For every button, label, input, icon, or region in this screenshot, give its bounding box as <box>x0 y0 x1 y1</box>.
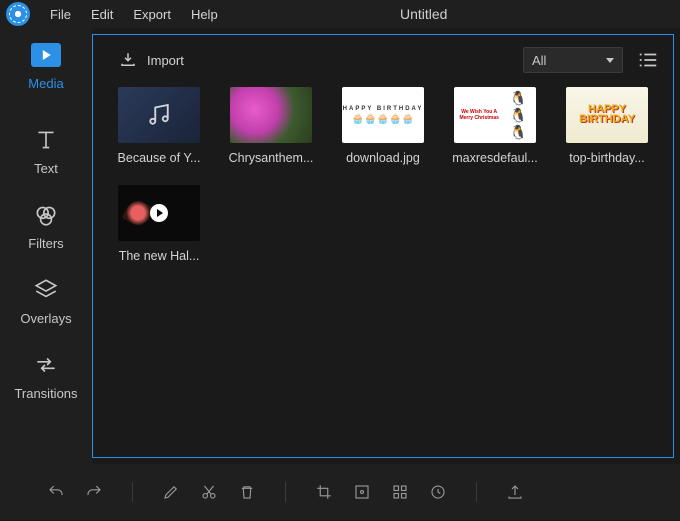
transitions-icon <box>31 352 61 378</box>
menu-export[interactable]: Export <box>123 3 181 26</box>
redo-button[interactable] <box>84 482 104 502</box>
titlebar: File Edit Export Help Untitled <box>0 0 680 28</box>
sidebar-item-label: Filters <box>28 236 63 251</box>
sidebar-item-label: Text <box>34 161 58 176</box>
export-button[interactable] <box>505 482 525 502</box>
sidebar-item-transitions[interactable]: Transitions <box>0 338 92 413</box>
duration-button[interactable] <box>428 482 448 502</box>
list-view-button[interactable] <box>637 50 659 70</box>
media-item[interactable]: Chrysanthem... <box>219 87 323 165</box>
edit-button[interactable] <box>161 482 181 502</box>
import-icon <box>119 51 137 69</box>
text-icon <box>31 127 61 153</box>
chevron-down-icon <box>606 58 614 63</box>
sidebar-item-label: Overlays <box>20 311 71 326</box>
media-item-label: download.jpg <box>331 151 435 165</box>
audio-thumbnail <box>118 87 200 143</box>
crop-button[interactable] <box>314 482 334 502</box>
media-grid: Because of Y... Chrysanthem... HAPPY BIR… <box>107 87 659 263</box>
media-item[interactable]: Because of Y... <box>107 87 211 165</box>
image-thumbnail <box>230 87 312 143</box>
bottom-toolbar <box>0 464 680 520</box>
separator <box>476 482 477 502</box>
media-item[interactable]: HAPPY BIRTHDAY 🧁🧁🧁🧁🧁 download.jpg <box>331 87 435 165</box>
import-button[interactable]: Import <box>107 51 184 69</box>
filter-dropdown[interactable]: All <box>523 47 623 73</box>
menu-help[interactable]: Help <box>181 3 228 26</box>
menu-file[interactable]: File <box>40 3 81 26</box>
document-title: Untitled <box>400 6 447 22</box>
filters-icon <box>31 202 61 228</box>
video-thumbnail <box>118 185 200 241</box>
media-item-label: Because of Y... <box>107 151 211 165</box>
media-icon <box>31 42 61 68</box>
media-item-label: maxresdefaul... <box>443 151 547 165</box>
mosaic-button[interactable] <box>390 482 410 502</box>
sidebar-item-label: Transitions <box>14 386 77 401</box>
media-panel: Import All Because of Y... <box>92 34 674 458</box>
media-item[interactable]: HAPPYBIRTHDAY top-birthday... <box>555 87 659 165</box>
sidebar: Media Text Filters Overlays Transitions <box>0 28 92 464</box>
image-thumbnail: HAPPY BIRTHDAY 🧁🧁🧁🧁🧁 <box>342 87 424 143</box>
media-item-label: top-birthday... <box>555 151 659 165</box>
media-item-label: Chrysanthem... <box>219 151 323 165</box>
undo-button[interactable] <box>46 482 66 502</box>
sidebar-item-overlays[interactable]: Overlays <box>0 263 92 338</box>
image-thumbnail: We Wish You A Merry Christmas 🐧🐧🐧 <box>454 87 536 143</box>
sidebar-item-text[interactable]: Text <box>0 113 92 188</box>
media-item[interactable]: We Wish You A Merry Christmas 🐧🐧🐧 maxres… <box>443 87 547 165</box>
play-icon <box>150 204 168 222</box>
sidebar-item-media[interactable]: Media <box>0 28 92 113</box>
dropdown-value: All <box>532 53 546 68</box>
media-item[interactable]: The new Hal... <box>107 185 211 263</box>
menu-edit[interactable]: Edit <box>81 3 123 26</box>
cut-button[interactable] <box>199 482 219 502</box>
separator <box>285 482 286 502</box>
overlays-icon <box>31 277 61 303</box>
import-label: Import <box>147 53 184 68</box>
delete-button[interactable] <box>237 482 257 502</box>
media-item-label: The new Hal... <box>107 249 211 263</box>
sidebar-item-filters[interactable]: Filters <box>0 188 92 263</box>
separator <box>132 482 133 502</box>
sidebar-item-label: Media <box>28 76 63 91</box>
frame-button[interactable] <box>352 482 372 502</box>
app-logo-icon <box>6 2 30 26</box>
image-thumbnail: HAPPYBIRTHDAY <box>566 87 648 143</box>
